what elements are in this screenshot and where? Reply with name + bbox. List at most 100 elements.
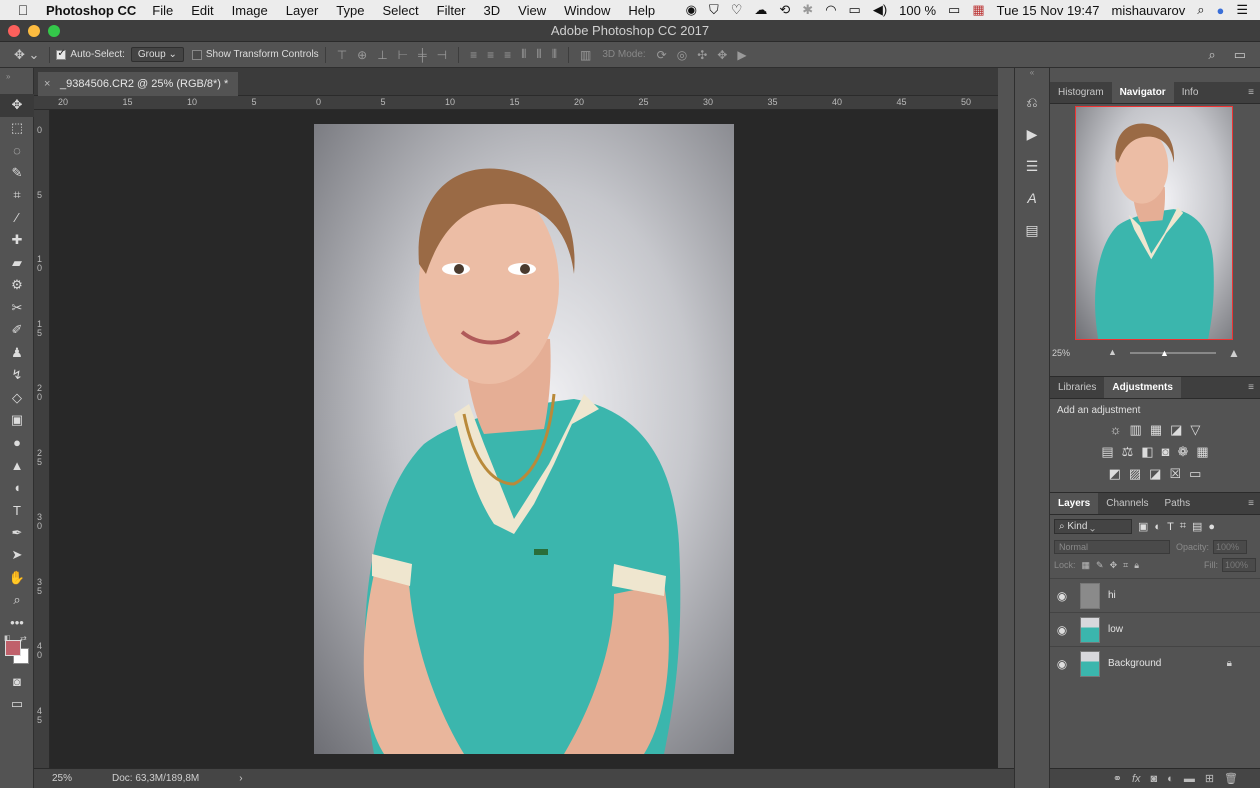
siri-icon[interactable]: ● bbox=[1216, 3, 1224, 18]
layer-name[interactable]: hi bbox=[1108, 590, 1116, 601]
wifi-icon[interactable]: ◠ bbox=[825, 2, 836, 18]
lasso-tool-icon[interactable]: ◌ bbox=[0, 139, 34, 162]
align-bottom-icon[interactable]: ⊥ bbox=[377, 48, 387, 62]
auto-select-checkbox[interactable] bbox=[56, 48, 67, 60]
filter-shape-icon[interactable]: ⌗ bbox=[1180, 520, 1186, 533]
search-icon[interactable]: ⌕ bbox=[1208, 47, 1215, 63]
type-tool-icon[interactable]: T bbox=[0, 499, 34, 522]
panel-menu-icon[interactable]: ≡ bbox=[1242, 493, 1260, 514]
sharpen-tool-icon[interactable]: ▲ bbox=[0, 454, 34, 477]
status-menu-arrow-icon[interactable]: › bbox=[239, 773, 242, 784]
menu-layer[interactable]: Layer bbox=[286, 3, 319, 18]
list-icon[interactable]: ☰ bbox=[1236, 2, 1248, 18]
distribute-right-icon[interactable]: ⦀ bbox=[552, 47, 557, 62]
menu-3d[interactable]: 3D bbox=[484, 3, 501, 18]
menu-type[interactable]: Type bbox=[336, 3, 364, 18]
exposure-icon[interactable]: ◪ bbox=[1170, 422, 1182, 438]
workspace-icon[interactable]: ▭ bbox=[1234, 47, 1246, 63]
cloud-icon[interactable]: ☁ bbox=[754, 2, 767, 18]
zoom-out-icon[interactable]: ▲ bbox=[1108, 347, 1117, 357]
history-brush-tool-icon[interactable]: ↯ bbox=[0, 364, 34, 387]
posterize-icon[interactable]: ▨ bbox=[1129, 466, 1141, 482]
lock-position-icon[interactable]: ✥ bbox=[1110, 560, 1118, 571]
clone-stamp-tool-icon[interactable]: ♟ bbox=[0, 342, 34, 365]
tab-libraries[interactable]: Libraries bbox=[1050, 377, 1104, 398]
airplay-icon[interactable]: ▭ bbox=[849, 2, 861, 18]
path-selection-tool-icon[interactable]: ➤ bbox=[0, 544, 34, 567]
3d-scale-icon[interactable]: ▶ bbox=[737, 48, 746, 62]
blend-mode-dropdown[interactable]: Normal bbox=[1054, 540, 1170, 554]
menu-window[interactable]: Window bbox=[564, 3, 610, 18]
maximize-window-button[interactable] bbox=[48, 25, 60, 37]
battery-icon[interactable]: ▭ bbox=[948, 2, 960, 18]
3d-slide-icon[interactable]: ✥ bbox=[717, 48, 727, 62]
layer-row-low[interactable]: ◉ low bbox=[1050, 612, 1260, 646]
filter-pixel-icon[interactable]: ▣ bbox=[1138, 520, 1148, 533]
vpn-icon[interactable]: ⛉ bbox=[709, 2, 719, 18]
curves-icon[interactable]: ▦ bbox=[1150, 422, 1162, 438]
lock-artboard-icon[interactable]: ⌗ bbox=[1123, 560, 1128, 571]
canvas-area[interactable] bbox=[50, 110, 998, 768]
color-lookup-icon[interactable]: ▦ bbox=[1196, 444, 1208, 460]
visibility-eye-icon[interactable]: ◉ bbox=[1050, 589, 1074, 603]
history-icon[interactable]: ⎌ bbox=[1015, 86, 1049, 118]
move-tool-icon[interactable]: ✥ bbox=[0, 94, 34, 117]
distribute-bottom-icon[interactable]: ≡ bbox=[504, 48, 511, 62]
panel-menu-icon[interactable]: ≡ bbox=[1242, 82, 1260, 103]
marquee-tool-icon[interactable]: ⬚ bbox=[0, 117, 34, 140]
zoom-level[interactable]: 25% bbox=[34, 773, 78, 784]
new-group-icon[interactable]: ▬ bbox=[1184, 773, 1195, 785]
align-vcenter-icon[interactable]: ⊕ bbox=[357, 48, 367, 62]
layer-row-background[interactable]: ◉ Background 🔒︎ bbox=[1050, 646, 1260, 680]
layer-kind-filter[interactable]: ⌕ Kind ⌄ bbox=[1054, 519, 1132, 534]
foreground-color-swatch[interactable] bbox=[5, 640, 21, 656]
filter-smart-object-icon[interactable]: ▤ bbox=[1192, 520, 1202, 533]
actions-play-icon[interactable]: ▶ bbox=[1015, 118, 1049, 150]
close-window-button[interactable] bbox=[8, 25, 20, 37]
flag-icon[interactable]: ▦ bbox=[972, 2, 984, 18]
distribute-hcenter-icon[interactable]: ⦀ bbox=[536, 47, 541, 62]
more-tools-icon[interactable]: ••• bbox=[0, 612, 34, 635]
portrait-image[interactable] bbox=[314, 124, 734, 754]
new-adjustment-icon[interactable]: ◐ bbox=[1167, 773, 1174, 785]
align-top-icon[interactable]: ⊤ bbox=[337, 48, 347, 62]
channel-mixer-icon[interactable]: ❁ bbox=[1177, 444, 1188, 460]
filter-adjustment-icon[interactable]: ◐ bbox=[1154, 521, 1161, 533]
delete-layer-icon[interactable]: 🗑︎ bbox=[1224, 772, 1238, 785]
menu-file[interactable]: File bbox=[152, 3, 173, 18]
selective-color-icon[interactable]: ☒ bbox=[1169, 466, 1181, 482]
tab-info[interactable]: Info bbox=[1174, 82, 1207, 103]
zoom-slider[interactable] bbox=[1130, 352, 1216, 354]
vibrance-icon[interactable]: ▽ bbox=[1190, 422, 1200, 438]
3d-roll-icon[interactable]: ◎ bbox=[677, 48, 687, 62]
shield-icon[interactable]: ♡ bbox=[731, 2, 743, 18]
blur-tool-icon[interactable]: ● bbox=[0, 432, 34, 455]
3d-pan-icon[interactable]: ✣ bbox=[697, 48, 707, 62]
auto-select-target-dropdown[interactable]: Group ⌄ bbox=[130, 47, 184, 62]
invert-icon[interactable]: ◩ bbox=[1109, 466, 1121, 482]
apple-icon[interactable]:  bbox=[0, 2, 46, 18]
fill-field[interactable]: 100% bbox=[1222, 558, 1256, 572]
paint-brush-tool-icon[interactable]: ✐ bbox=[0, 319, 34, 342]
layer-name[interactable]: Background bbox=[1108, 658, 1161, 669]
swap-colors-icon[interactable]: ⇄ bbox=[20, 634, 27, 643]
navigator-zoom-value[interactable]: 25% bbox=[1052, 348, 1070, 358]
hue-saturation-icon[interactable]: ▤ bbox=[1101, 444, 1113, 460]
properties-icon[interactable]: ☰ bbox=[1015, 150, 1049, 182]
navigator-preview[interactable] bbox=[1075, 106, 1233, 340]
black-white-icon[interactable]: ◧ bbox=[1141, 444, 1153, 460]
distribute-vcenter-icon[interactable]: ≡ bbox=[487, 48, 494, 62]
collapse-dock-icon[interactable]: « bbox=[1015, 68, 1049, 86]
quick-select-tool-icon[interactable]: ✎ bbox=[0, 162, 34, 185]
distribute-top-icon[interactable]: ≡ bbox=[470, 48, 477, 62]
search-icon[interactable]: ⌕ bbox=[1197, 2, 1204, 18]
eyedropper-tool-icon[interactable]: ⁄ bbox=[0, 207, 34, 230]
visibility-eye-icon[interactable]: ◉ bbox=[1050, 623, 1074, 637]
collapse-toolbox-icon[interactable]: » bbox=[0, 68, 33, 94]
lock-pixels-icon[interactable]: ✎ bbox=[1096, 560, 1104, 571]
tab-layers[interactable]: Layers bbox=[1050, 493, 1099, 514]
brightness-contrast-icon[interactable]: ☼ bbox=[1110, 422, 1122, 438]
align-right-icon[interactable]: ⊣ bbox=[437, 48, 447, 62]
zoom-slider-knob[interactable]: ▲ bbox=[1160, 348, 1169, 358]
volume-icon[interactable]: ◀) bbox=[873, 2, 887, 18]
